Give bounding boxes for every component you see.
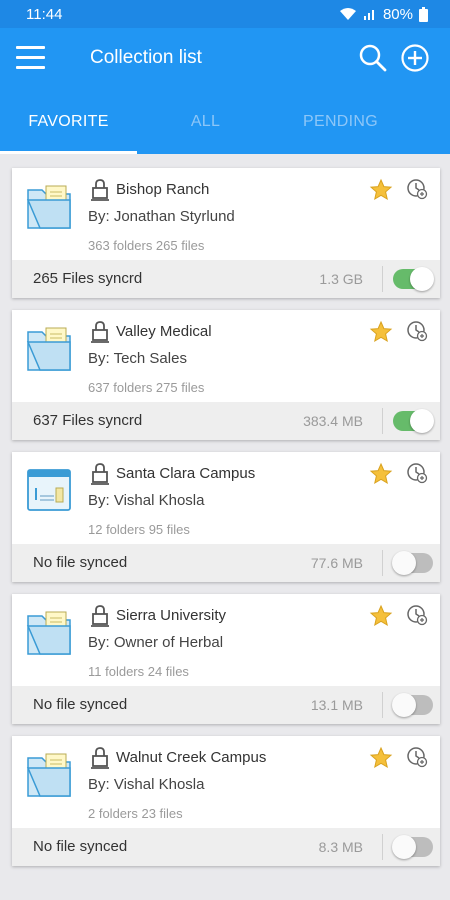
star-icon[interactable] [369,604,393,628]
folder-icon [26,327,71,371]
sync-status: 637 Files syncrd [33,412,143,429]
clock-sync-icon[interactable] [406,178,428,200]
lock-icon [91,463,109,485]
sync-toggle[interactable] [392,835,433,859]
collection-name: Santa Clara Campus [116,465,256,482]
collection-card[interactable]: Sierra University By: Owner of Herbal 11… [12,594,440,724]
sync-row: No file synced 8.3 MB [12,828,440,866]
page-title: Collection list [90,47,202,68]
battery-icon [419,6,428,22]
collection-size: 1.3 GB [319,271,363,287]
lock-icon [91,605,109,627]
divider [382,408,383,434]
collection-size: 13.1 MB [310,697,363,713]
status-bar: 11:44 80% [0,0,450,28]
clock-sync-icon[interactable] [406,604,428,626]
sync-toggle[interactable] [392,693,433,717]
star-icon[interactable] [369,320,393,344]
collection-owner: By: Vishal Khosla [88,492,205,509]
collection-card[interactable]: Walnut Creek Campus By: Vishal Khosla 2 … [12,736,440,866]
wifi-icon [339,8,356,20]
chart-window-icon [27,469,71,511]
sync-toggle[interactable] [392,551,433,575]
divider [382,266,383,292]
collection-owner: By: Owner of Herbal [88,634,224,651]
lock-icon [91,321,109,343]
collection-card[interactable]: Valley Medical By: Tech Sales 637 folder… [12,310,440,440]
collection-counts: 2 folders 23 files [88,806,183,821]
collection-counts: 637 folders 275 files [88,380,205,395]
sync-status: No file synced [33,554,128,571]
add-circle-icon[interactable] [400,43,430,73]
collection-size: 8.3 MB [318,839,363,855]
clock-sync-icon[interactable] [406,746,428,768]
signal-icon [363,10,374,20]
collection-counts: 363 folders 265 files [88,238,205,253]
hamburger-menu-icon[interactable] [16,46,46,70]
search-icon[interactable] [358,43,388,73]
collection-owner: By: Tech Sales [88,350,187,367]
divider [382,550,383,576]
divider [382,834,383,860]
star-icon[interactable] [369,746,393,770]
collection-card[interactable]: Santa Clara Campus By: Vishal Khosla 12 … [12,452,440,582]
collection-name: Sierra University [116,607,227,624]
clock-sync-icon[interactable] [406,462,428,484]
clock-sync-icon[interactable] [406,320,428,342]
collection-name: Walnut Creek Campus [116,749,267,766]
star-icon[interactable] [369,178,393,202]
sync-row: 265 Files syncrd 1.3 GB [12,260,440,298]
status-time: 11:44 [26,5,63,23]
status-icons: 80% [339,6,428,23]
sync-toggle[interactable] [393,267,434,291]
folder-icon [26,611,71,655]
collection-name: Valley Medical [116,323,212,340]
collection-size: 383.4 MB [303,413,363,429]
sync-status: No file synced [33,838,128,855]
collection-counts: 12 folders 95 files [88,522,190,537]
tab-pending[interactable]: PENDING [272,90,409,154]
lock-icon [91,179,109,201]
tab-bar: FAVORITE ALL PENDING [0,90,450,154]
sync-row: 637 Files syncrd 383.4 MB [12,402,440,440]
sync-row: No file synced 13.1 MB [12,686,440,724]
folder-icon [26,185,71,229]
collection-name: Bishop Ranch [116,181,210,198]
lock-icon [91,747,109,769]
collection-owner: By: Jonathan Styrlund [88,208,235,225]
collection-counts: 11 folders 24 files [88,664,189,679]
collection-card[interactable]: Bishop Ranch By: Jonathan Styrlund 363 f… [12,168,440,298]
folder-icon [26,753,71,797]
collection-owner: By: Vishal Khosla [88,776,205,793]
collection-list: Bishop Ranch By: Jonathan Styrlund 363 f… [0,154,450,900]
tab-all[interactable]: ALL [137,90,274,154]
collection-size: 77.6 MB [310,555,363,571]
sync-status: 265 Files syncrd [33,270,143,287]
sync-status: No file synced [33,696,128,713]
sync-toggle[interactable] [393,409,434,433]
tab-favorite[interactable]: FAVORITE [0,90,137,154]
app-bar: Collection list [0,28,450,90]
battery-percent: 80% [382,5,413,23]
star-icon[interactable] [369,462,393,486]
divider [382,692,383,718]
sync-row: No file synced 77.6 MB [12,544,440,582]
